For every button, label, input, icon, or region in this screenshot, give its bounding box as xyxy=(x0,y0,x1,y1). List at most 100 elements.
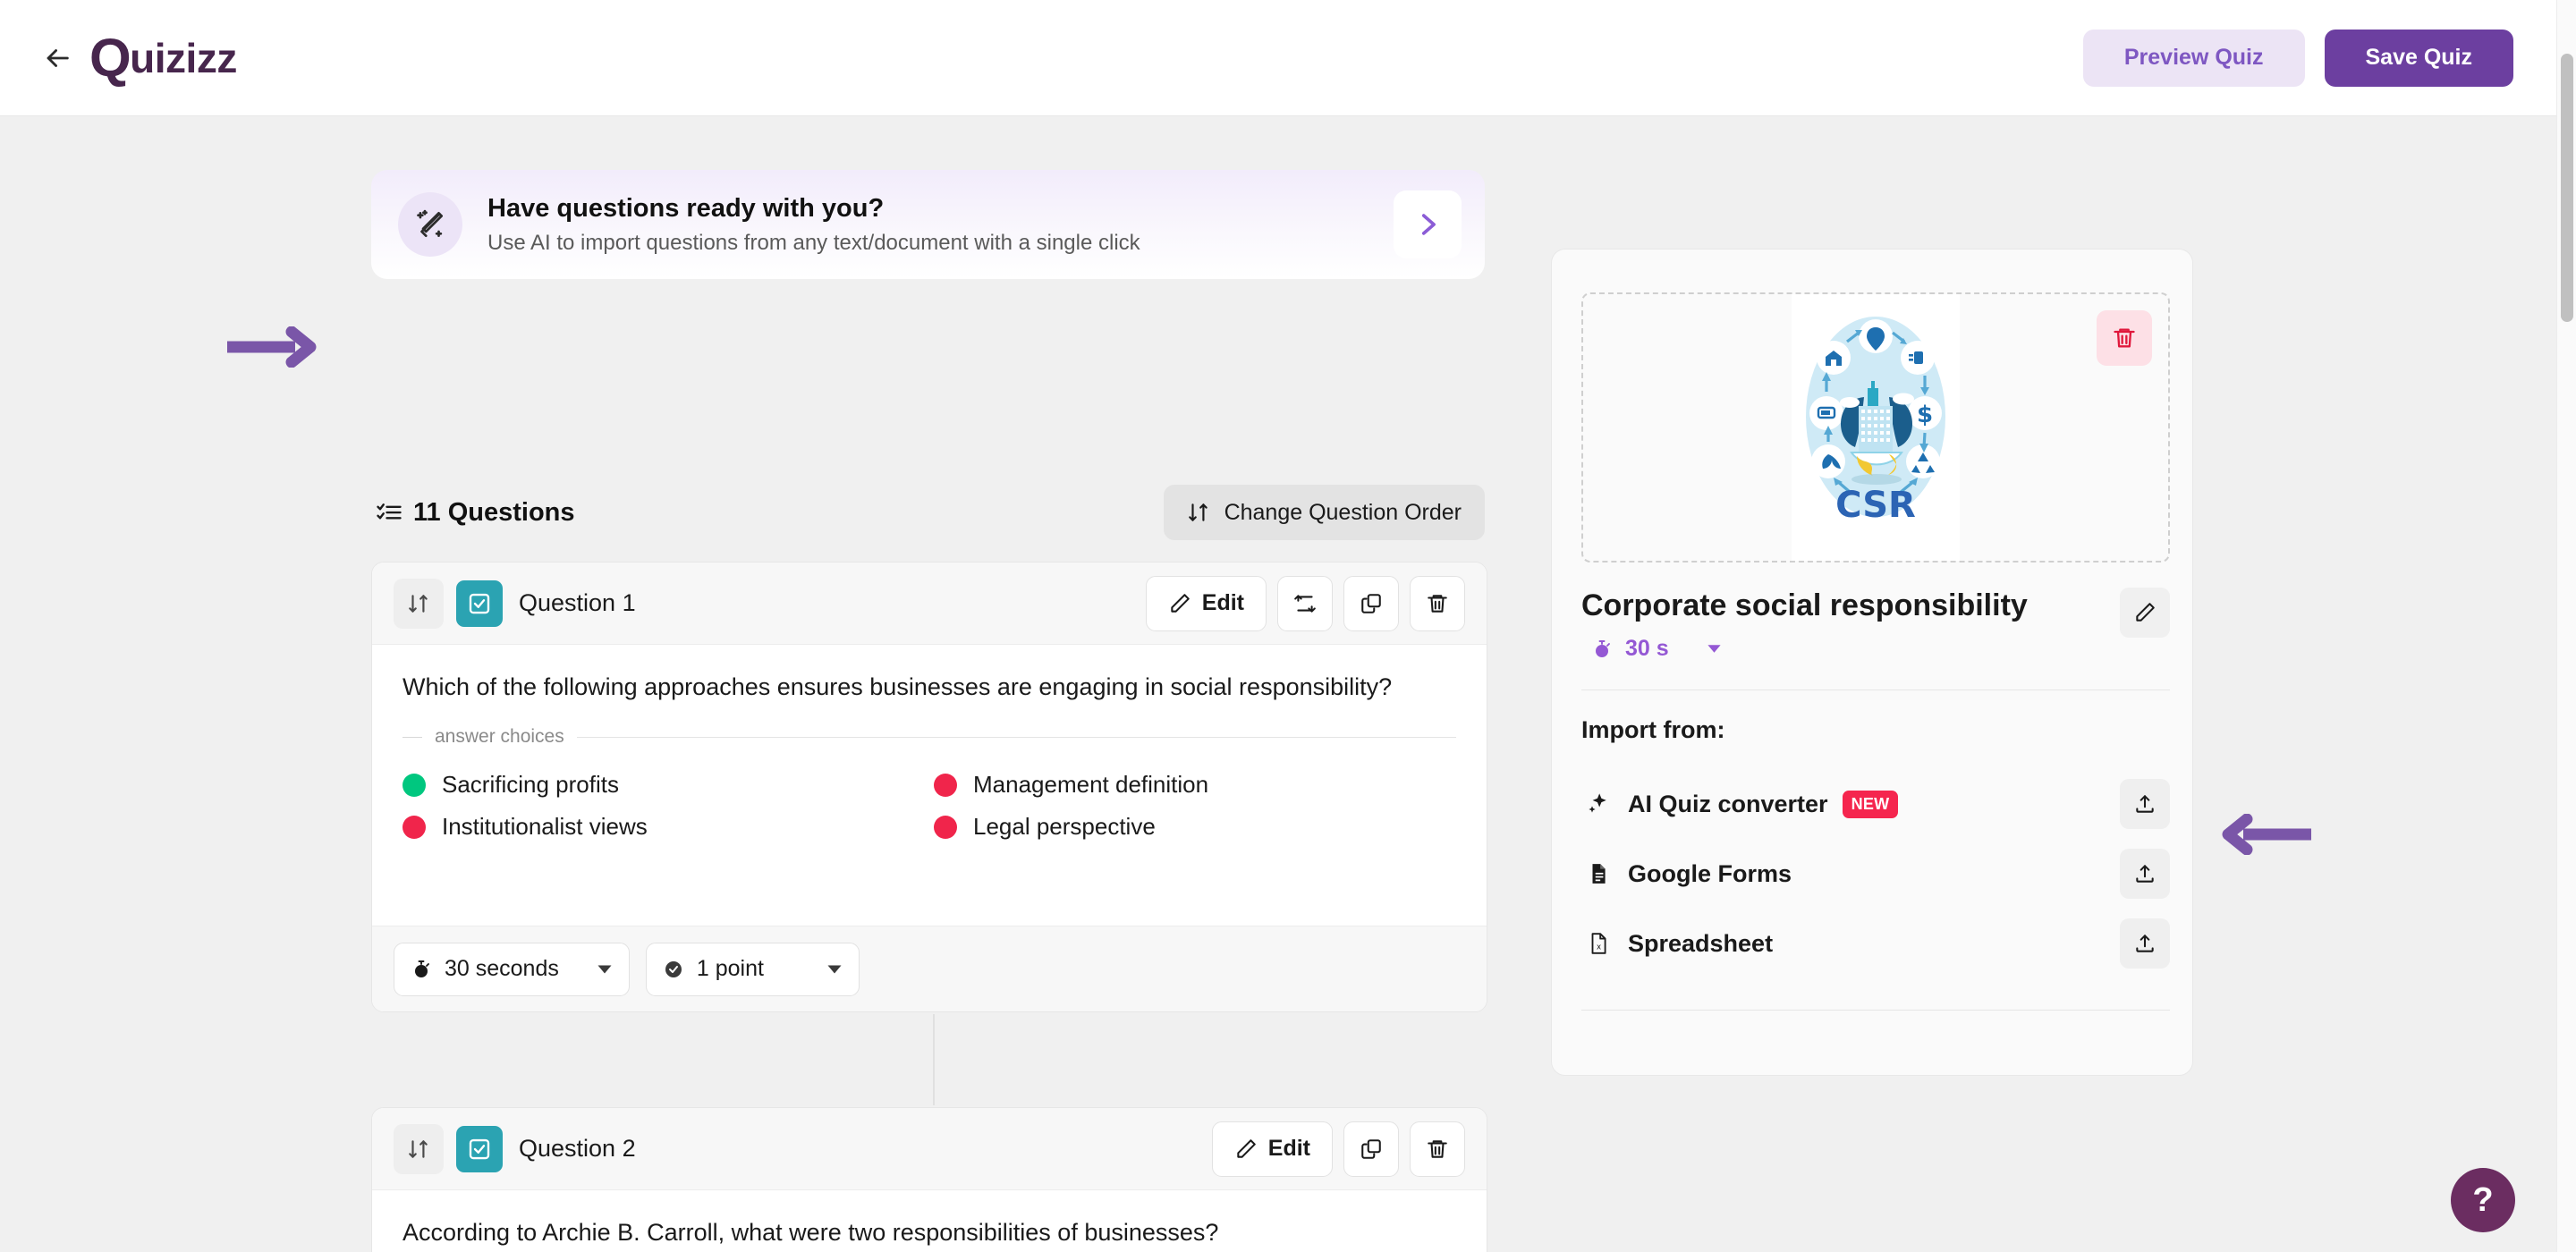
question-body: Which of the following approaches ensure… xyxy=(372,645,1487,841)
upload-button[interactable] xyxy=(2120,918,2170,969)
svg-text:CSR: CSR xyxy=(1835,485,1916,526)
duplicate-icon xyxy=(1361,593,1381,613)
logo-text: uizizz xyxy=(130,34,237,81)
quiz-details-panel: $ CSR Corporate social responsibility 30… xyxy=(1551,249,2193,1076)
quiz-time-dropdown[interactable]: 30 s xyxy=(1591,636,1722,662)
preview-quiz-button[interactable]: Preview Quiz xyxy=(2082,29,2305,87)
stopwatch-icon xyxy=(1596,639,1610,657)
question-card-footer: 30 seconds 1 point xyxy=(372,926,1487,1011)
annotation-arrow-left-icon xyxy=(2222,813,2311,856)
divider-dash-right xyxy=(576,736,1456,738)
upload-icon xyxy=(2136,935,2154,952)
duplicate-icon xyxy=(1361,1138,1381,1159)
divider-dash-left xyxy=(402,736,422,738)
change-question-order-button[interactable]: Change Question Order xyxy=(1163,485,1485,540)
scrollbar-thumb[interactable] xyxy=(2561,54,2573,322)
svg-text:x: x xyxy=(1597,943,1601,952)
trash-icon xyxy=(1428,594,1447,613)
edit-question-label: Edit xyxy=(1201,590,1244,615)
sort-arrows-icon xyxy=(409,594,428,613)
import-option-label: AI Quiz converter xyxy=(1628,790,1828,817)
banner-subtitle: Use AI to import questions from any text… xyxy=(487,230,1140,255)
svg-text:$: $ xyxy=(1917,402,1933,428)
checkbox-icon xyxy=(469,593,490,613)
question-card: Question 1 Edit Which of the following a… xyxy=(371,562,1487,1012)
question-drag-handle[interactable] xyxy=(394,578,444,629)
answer-choices-divider: answer choices xyxy=(402,726,1456,748)
edit-question-label: Edit xyxy=(1267,1136,1310,1161)
question-label: Question 1 xyxy=(519,589,636,616)
editor-body: Have questions ready with you? Use AI to… xyxy=(0,116,2556,1252)
edit-quiz-title-button[interactable] xyxy=(2120,588,2170,638)
upload-button[interactable] xyxy=(2120,779,2170,829)
banner-text: Have questions ready with you? Use AI to… xyxy=(487,194,1140,256)
answer-choice-text: Management definition xyxy=(973,771,1209,799)
import-option-label: Google Forms xyxy=(1628,859,1792,887)
answer-choice: Legal perspective xyxy=(934,813,1456,841)
question-type-badge xyxy=(456,1125,503,1172)
quiz-title: Corporate social responsibility xyxy=(1581,588,2028,622)
panel-divider xyxy=(1581,689,2170,690)
card-insert-divider xyxy=(933,1014,935,1105)
question-count: 11 Questions xyxy=(376,498,575,528)
stopwatch-icon xyxy=(415,960,429,977)
answer-choice: Management definition xyxy=(934,771,1456,799)
panel-divider-bottom xyxy=(1581,1010,2170,1011)
sort-arrows-icon xyxy=(1188,503,1208,521)
back-button[interactable] xyxy=(34,35,80,81)
csr-illustration-icon: $ CSR xyxy=(1806,317,1945,526)
import-option-ai-quiz-converter[interactable]: AI Quiz converter NEW xyxy=(1581,779,2170,829)
question-text: According to Archie B. Carroll, what wer… xyxy=(402,1219,1219,1246)
quiz-title-row: Corporate social responsibility xyxy=(1581,588,2170,638)
answer-choice: Institutionalist views xyxy=(402,813,925,841)
duplicate-question-button[interactable] xyxy=(1343,575,1399,631)
question-actions: Edit xyxy=(1211,1121,1465,1177)
help-button[interactable]: ? xyxy=(2451,1168,2515,1232)
caret-down-icon xyxy=(597,965,612,973)
app-header: Quizizz Preview Quiz Save Quiz xyxy=(0,0,2556,116)
duplicate-question-button[interactable] xyxy=(1343,1121,1399,1177)
import-option-google-forms[interactable]: Google Forms xyxy=(1581,849,2170,899)
banner-open-button[interactable] xyxy=(1394,190,1462,258)
question-time-dropdown[interactable]: 30 seconds xyxy=(394,942,630,996)
save-quiz-button[interactable]: Save Quiz xyxy=(2324,29,2513,87)
delete-question-button[interactable] xyxy=(1410,1121,1465,1177)
question-card-header: Question 2 Edit xyxy=(372,1108,1487,1190)
upload-icon xyxy=(2136,865,2154,883)
answer-status-dot-wrong xyxy=(934,815,957,839)
question-text: Which of the following approaches ensure… xyxy=(402,673,1393,700)
import-option-spreadsheet[interactable]: x Spreadsheet xyxy=(1581,918,2170,969)
question-drag-handle[interactable] xyxy=(394,1123,444,1174)
new-badge: NEW xyxy=(1842,790,1899,818)
edit-question-button[interactable]: Edit xyxy=(1145,575,1267,631)
ai-import-banner[interactable]: Have questions ready with you? Use AI to… xyxy=(371,170,1485,279)
trash-icon xyxy=(2114,328,2135,348)
check-circle-icon xyxy=(665,960,682,977)
page-scrollbar[interactable] xyxy=(2556,0,2576,1252)
edit-question-button[interactable]: Edit xyxy=(1211,1121,1333,1177)
pencil-icon xyxy=(2136,603,2155,622)
question-label: Question 2 xyxy=(519,1135,636,1162)
upload-button[interactable] xyxy=(2120,849,2170,899)
sort-arrows-icon xyxy=(409,1139,428,1158)
checkbox-icon xyxy=(469,1138,490,1159)
answer-choice-text: Sacrificing profits xyxy=(442,771,619,799)
question-type-badge xyxy=(456,579,503,627)
question-actions: Edit xyxy=(1145,575,1465,631)
document-icon xyxy=(1581,862,1615,885)
delete-question-button[interactable] xyxy=(1410,575,1465,631)
checklist-icon xyxy=(377,503,402,520)
upload-icon xyxy=(2136,795,2154,813)
question-card-header: Question 1 Edit xyxy=(372,563,1487,645)
answer-choice: Sacrificing profits xyxy=(402,771,925,799)
answer-status-dot-wrong xyxy=(402,815,426,839)
question-points-dropdown[interactable]: 1 point xyxy=(645,942,860,996)
trash-icon xyxy=(1428,1139,1447,1158)
quiz-cover-image-box[interactable]: $ CSR xyxy=(1581,292,2170,563)
import-from-title: Import from: xyxy=(1581,716,1725,743)
quizizz-logo[interactable]: Quizizz xyxy=(89,30,237,85)
delete-image-button[interactable] xyxy=(2097,310,2152,366)
convert-question-button[interactable] xyxy=(1277,575,1333,631)
arrow-left-icon xyxy=(47,48,69,67)
answer-status-dot-correct xyxy=(402,773,426,797)
